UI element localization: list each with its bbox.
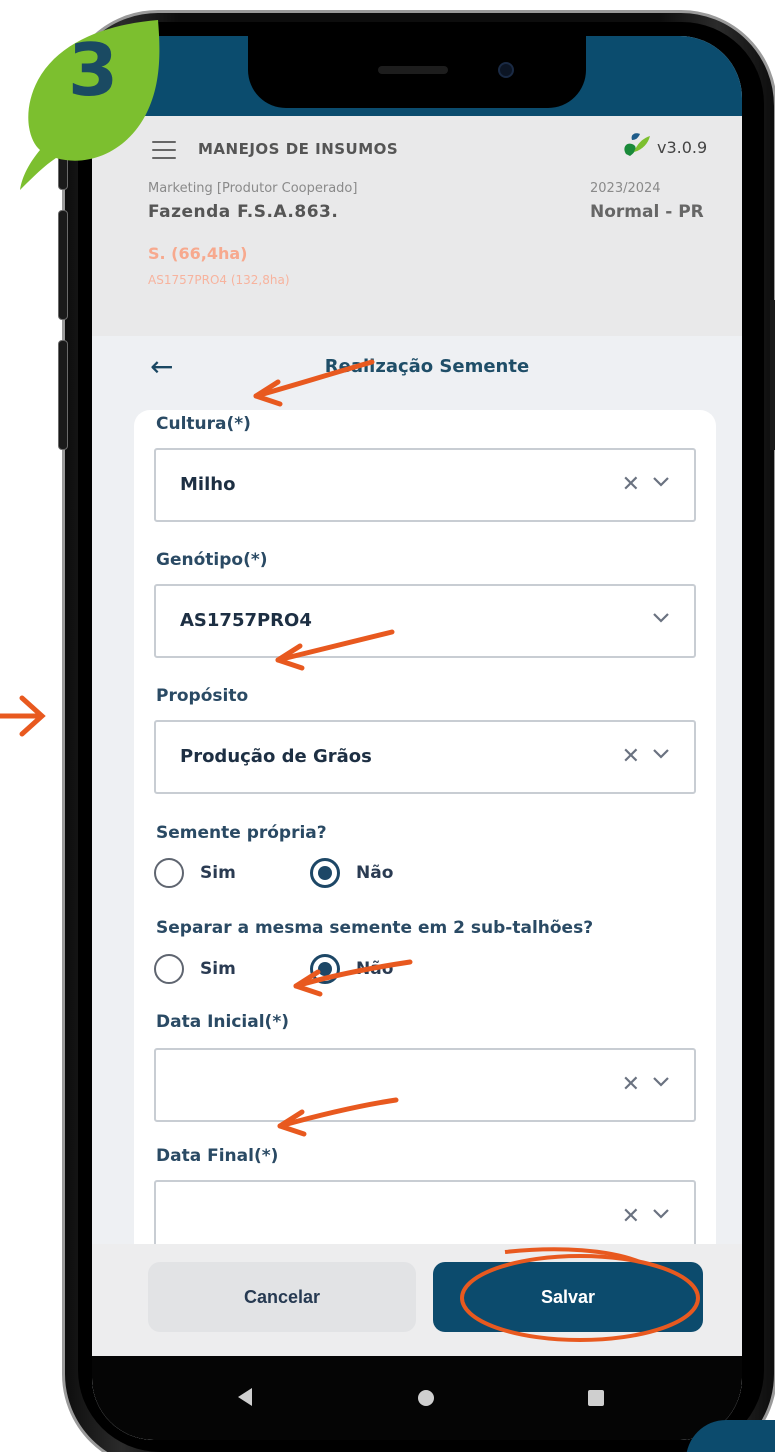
separar-sim-radio[interactable] <box>154 954 184 984</box>
profile-label: Marketing [Produtor Cooperado] <box>148 181 358 196</box>
separar-sim-label: Sim <box>200 959 236 979</box>
phone-screen: MANEJOS DE INSUMOS v3.0.9 Marketing [Pro… <box>92 36 742 1440</box>
close-icon[interactable]: ✕ <box>622 744 640 769</box>
front-camera <box>498 62 514 78</box>
chevron-down-icon[interactable] <box>650 742 672 764</box>
app-version: v3.0.9 <box>657 138 708 157</box>
chevron-down-icon[interactable] <box>650 1070 672 1092</box>
proposito-value: Produção de Grãos <box>180 746 372 767</box>
nav-home-icon[interactable] <box>418 1390 434 1406</box>
app-title: MANEJOS DE INSUMOS <box>198 140 399 158</box>
volume-down-button <box>58 340 68 450</box>
separar-nao-label: Não <box>356 959 394 979</box>
save-button[interactable]: Salvar <box>433 1262 703 1332</box>
field-area: S. (66,4ha) <box>148 244 248 263</box>
season-label: 2023/2024 <box>590 181 661 196</box>
data-inicial-label: Data Inicial(*) <box>156 1012 289 1032</box>
close-icon[interactable]: ✕ <box>622 1204 640 1229</box>
chevron-down-icon[interactable] <box>650 606 672 628</box>
form-footer: Cancelar Salvar <box>92 1244 742 1356</box>
cultura-value: Milho <box>180 474 236 495</box>
semente-propria-sim-label: Sim <box>200 863 236 883</box>
volume-up-button <box>58 210 68 320</box>
speaker-grille <box>378 66 448 74</box>
chevron-down-icon[interactable] <box>650 1202 672 1224</box>
cancel-button[interactable]: Cancelar <box>148 1262 416 1332</box>
data-final-field[interactable]: ✕ <box>154 1180 696 1254</box>
field-area-detail: AS1757PRO4 (132,8ha) <box>148 273 290 287</box>
genotipo-value: AS1757PRO4 <box>180 610 312 631</box>
region-label: Normal - PR <box>590 202 704 222</box>
close-icon[interactable]: ✕ <box>622 1072 640 1097</box>
app-header: MANEJOS DE INSUMOS v3.0.9 Marketing [Pro… <box>92 116 742 336</box>
silent-switch <box>58 130 68 190</box>
proposito-select[interactable]: Produção de Grãos ✕ <box>154 720 696 794</box>
semente-propria-label: Semente própria? <box>156 823 327 843</box>
page-title: Realização Semente <box>324 356 530 377</box>
proposito-label: Propósito <box>156 686 249 706</box>
nav-back-icon[interactable] <box>238 1388 252 1406</box>
cultura-label: Cultura(*) <box>156 414 251 434</box>
close-icon[interactable]: ✕ <box>622 472 640 497</box>
sementes-logo-icon <box>624 133 650 156</box>
genotipo-label: Genótipo(*) <box>156 550 268 570</box>
separar-nao-radio[interactable] <box>310 954 340 984</box>
step-number: 3 <box>68 28 119 112</box>
system-navigation-bar <box>92 1356 742 1440</box>
chevron-down-icon[interactable] <box>650 470 672 492</box>
data-final-label: Data Final(*) <box>156 1146 279 1166</box>
hamburger-icon[interactable] <box>152 141 176 159</box>
data-inicial-field[interactable]: ✕ <box>154 1048 696 1122</box>
power-button <box>770 300 775 450</box>
genotipo-select[interactable]: AS1757PRO4 <box>154 584 696 658</box>
semente-propria-nao-radio[interactable] <box>310 858 340 888</box>
semente-propria-nao-label: Não <box>356 863 394 883</box>
farm-name: Fazenda F.S.A.863. <box>148 202 339 222</box>
phone-notch <box>248 36 586 108</box>
stage: MANEJOS DE INSUMOS v3.0.9 Marketing [Pro… <box>0 0 775 1452</box>
separar-semente-label: Separar a mesma semente em 2 sub-talhões… <box>156 918 594 938</box>
semente-propria-sim-radio[interactable] <box>154 858 184 888</box>
nav-recents-icon[interactable] <box>588 1390 604 1406</box>
cultura-select[interactable]: Milho ✕ <box>154 448 696 522</box>
